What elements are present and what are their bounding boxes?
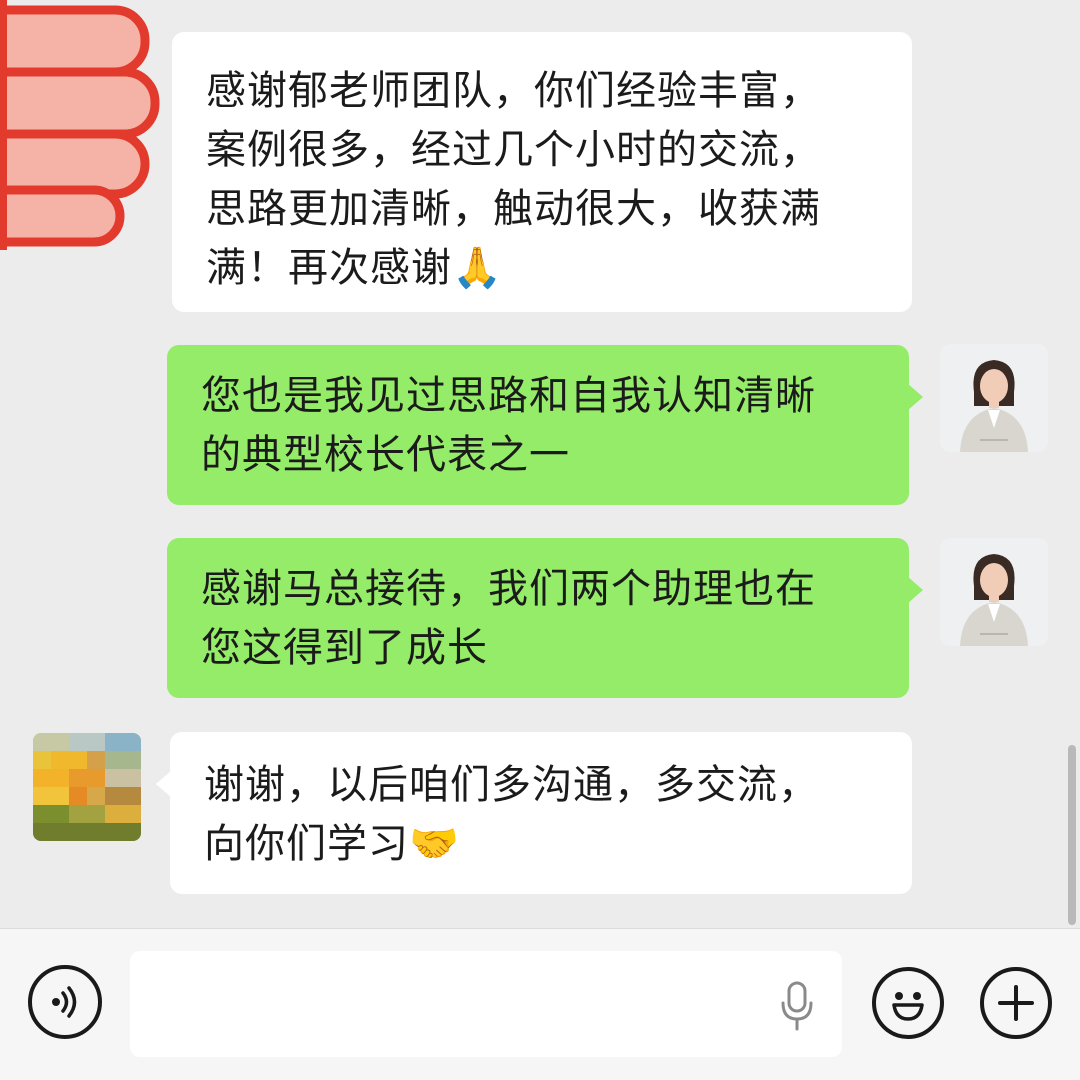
emoji-icon <box>892 992 924 1021</box>
user-avatar[interactable] <box>940 344 1048 452</box>
scrollbar[interactable] <box>1068 745 1076 925</box>
voice-icon <box>52 986 77 1018</box>
microphone-icon[interactable] <box>780 981 814 1031</box>
input-bar <box>0 928 1080 1080</box>
contact-avatar[interactable] <box>33 733 141 841</box>
message-input[interactable] <box>130 951 842 1057</box>
thumbs-up-avatar[interactable] <box>0 0 175 255</box>
person-avatar-icon <box>940 538 1048 646</box>
thumbs-up-icon <box>0 0 160 250</box>
emoji-button[interactable] <box>872 967 944 1039</box>
plus-icon <box>998 985 1034 1021</box>
user-avatar[interactable] <box>940 538 1048 646</box>
pixelated-avatar-icon <box>33 733 141 841</box>
plus-button[interactable] <box>980 967 1052 1039</box>
person-avatar-icon <box>940 344 1048 452</box>
message-bubble-incoming[interactable]: 感谢郁老师团队，你们经验丰富， 案例很多，经过几个小时的交流， 思路更加清晰，触… <box>172 32 912 312</box>
message-bubble-outgoing[interactable]: 感谢马总接待，我们两个助理也在 您这得到了成长 <box>167 538 923 698</box>
message-bubble-outgoing[interactable]: 您也是我见过思路和自我认知清晰 的典型校长代表之一 <box>167 345 923 505</box>
chat-area: 感谢郁老师团队，你们经验丰富， 案例很多，经过几个小时的交流， 思路更加清晰，触… <box>0 0 1080 928</box>
message-bubble-incoming[interactable]: 谢谢，以后咱们多沟通，多交流， 向你们学习🤝 <box>156 732 912 894</box>
voice-button[interactable] <box>28 965 102 1039</box>
